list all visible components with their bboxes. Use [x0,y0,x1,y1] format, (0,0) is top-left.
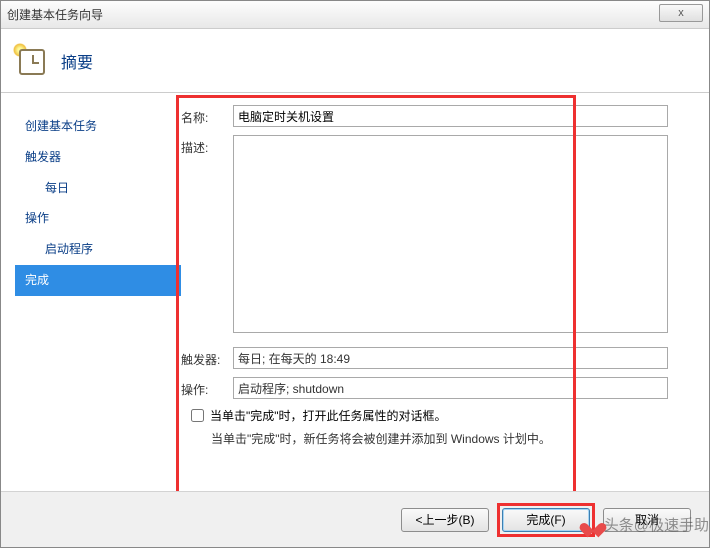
annotation-highlight-finish: 完成(F) [497,503,595,537]
step-action[interactable]: 操作 [19,203,179,234]
trigger-label: 触发器: [181,347,233,368]
window-title: 创建基本任务向导 [7,6,103,23]
open-properties-checkbox[interactable] [191,409,204,422]
wizard-steps-sidebar: 创建基本任务 触发器 每日 操作 启动程序 完成 [1,93,181,491]
action-label: 操作: [181,377,233,398]
open-properties-label: 当单击"完成"时，打开此任务属性的对话框。 [210,407,447,424]
step-finish[interactable]: 完成 [15,265,181,296]
description-label: 描述: [181,135,233,156]
page-title: 摘要 [61,49,93,73]
step-start-program[interactable]: 启动程序 [19,234,179,265]
action-value [233,377,668,399]
finish-hint: 当单击"完成"时，新任务将会被创建并添加到 Windows 计划中。 [211,430,691,447]
footer: <上一步(B) 完成(F) 取消 [1,491,709,547]
close-icon: x [678,7,684,19]
name-label: 名称: [181,105,233,126]
finish-button[interactable]: 完成(F) [502,508,590,532]
step-create-task[interactable]: 创建基本任务 [19,111,179,142]
trigger-value [233,347,668,369]
description-textarea[interactable] [233,135,668,333]
wizard-window: 创建基本任务向导 x 摘要 创建基本任务 触发器 每日 操作 启动程序 完成 名… [0,0,710,548]
close-button[interactable]: x [659,4,703,22]
step-daily[interactable]: 每日 [19,173,179,204]
back-button[interactable]: <上一步(B) [401,508,489,532]
titlebar: 创建基本任务向导 x [1,1,709,29]
main-content: 名称: 描述: 触发器: 操作: 当单击"完成"时，打开此任务属性的对话框。 当… [181,93,709,491]
cancel-button[interactable]: 取消 [603,508,691,532]
header-panel: 摘要 [1,29,709,93]
step-trigger[interactable]: 触发器 [19,142,179,173]
task-clock-icon [13,43,49,79]
name-input[interactable] [233,105,668,127]
